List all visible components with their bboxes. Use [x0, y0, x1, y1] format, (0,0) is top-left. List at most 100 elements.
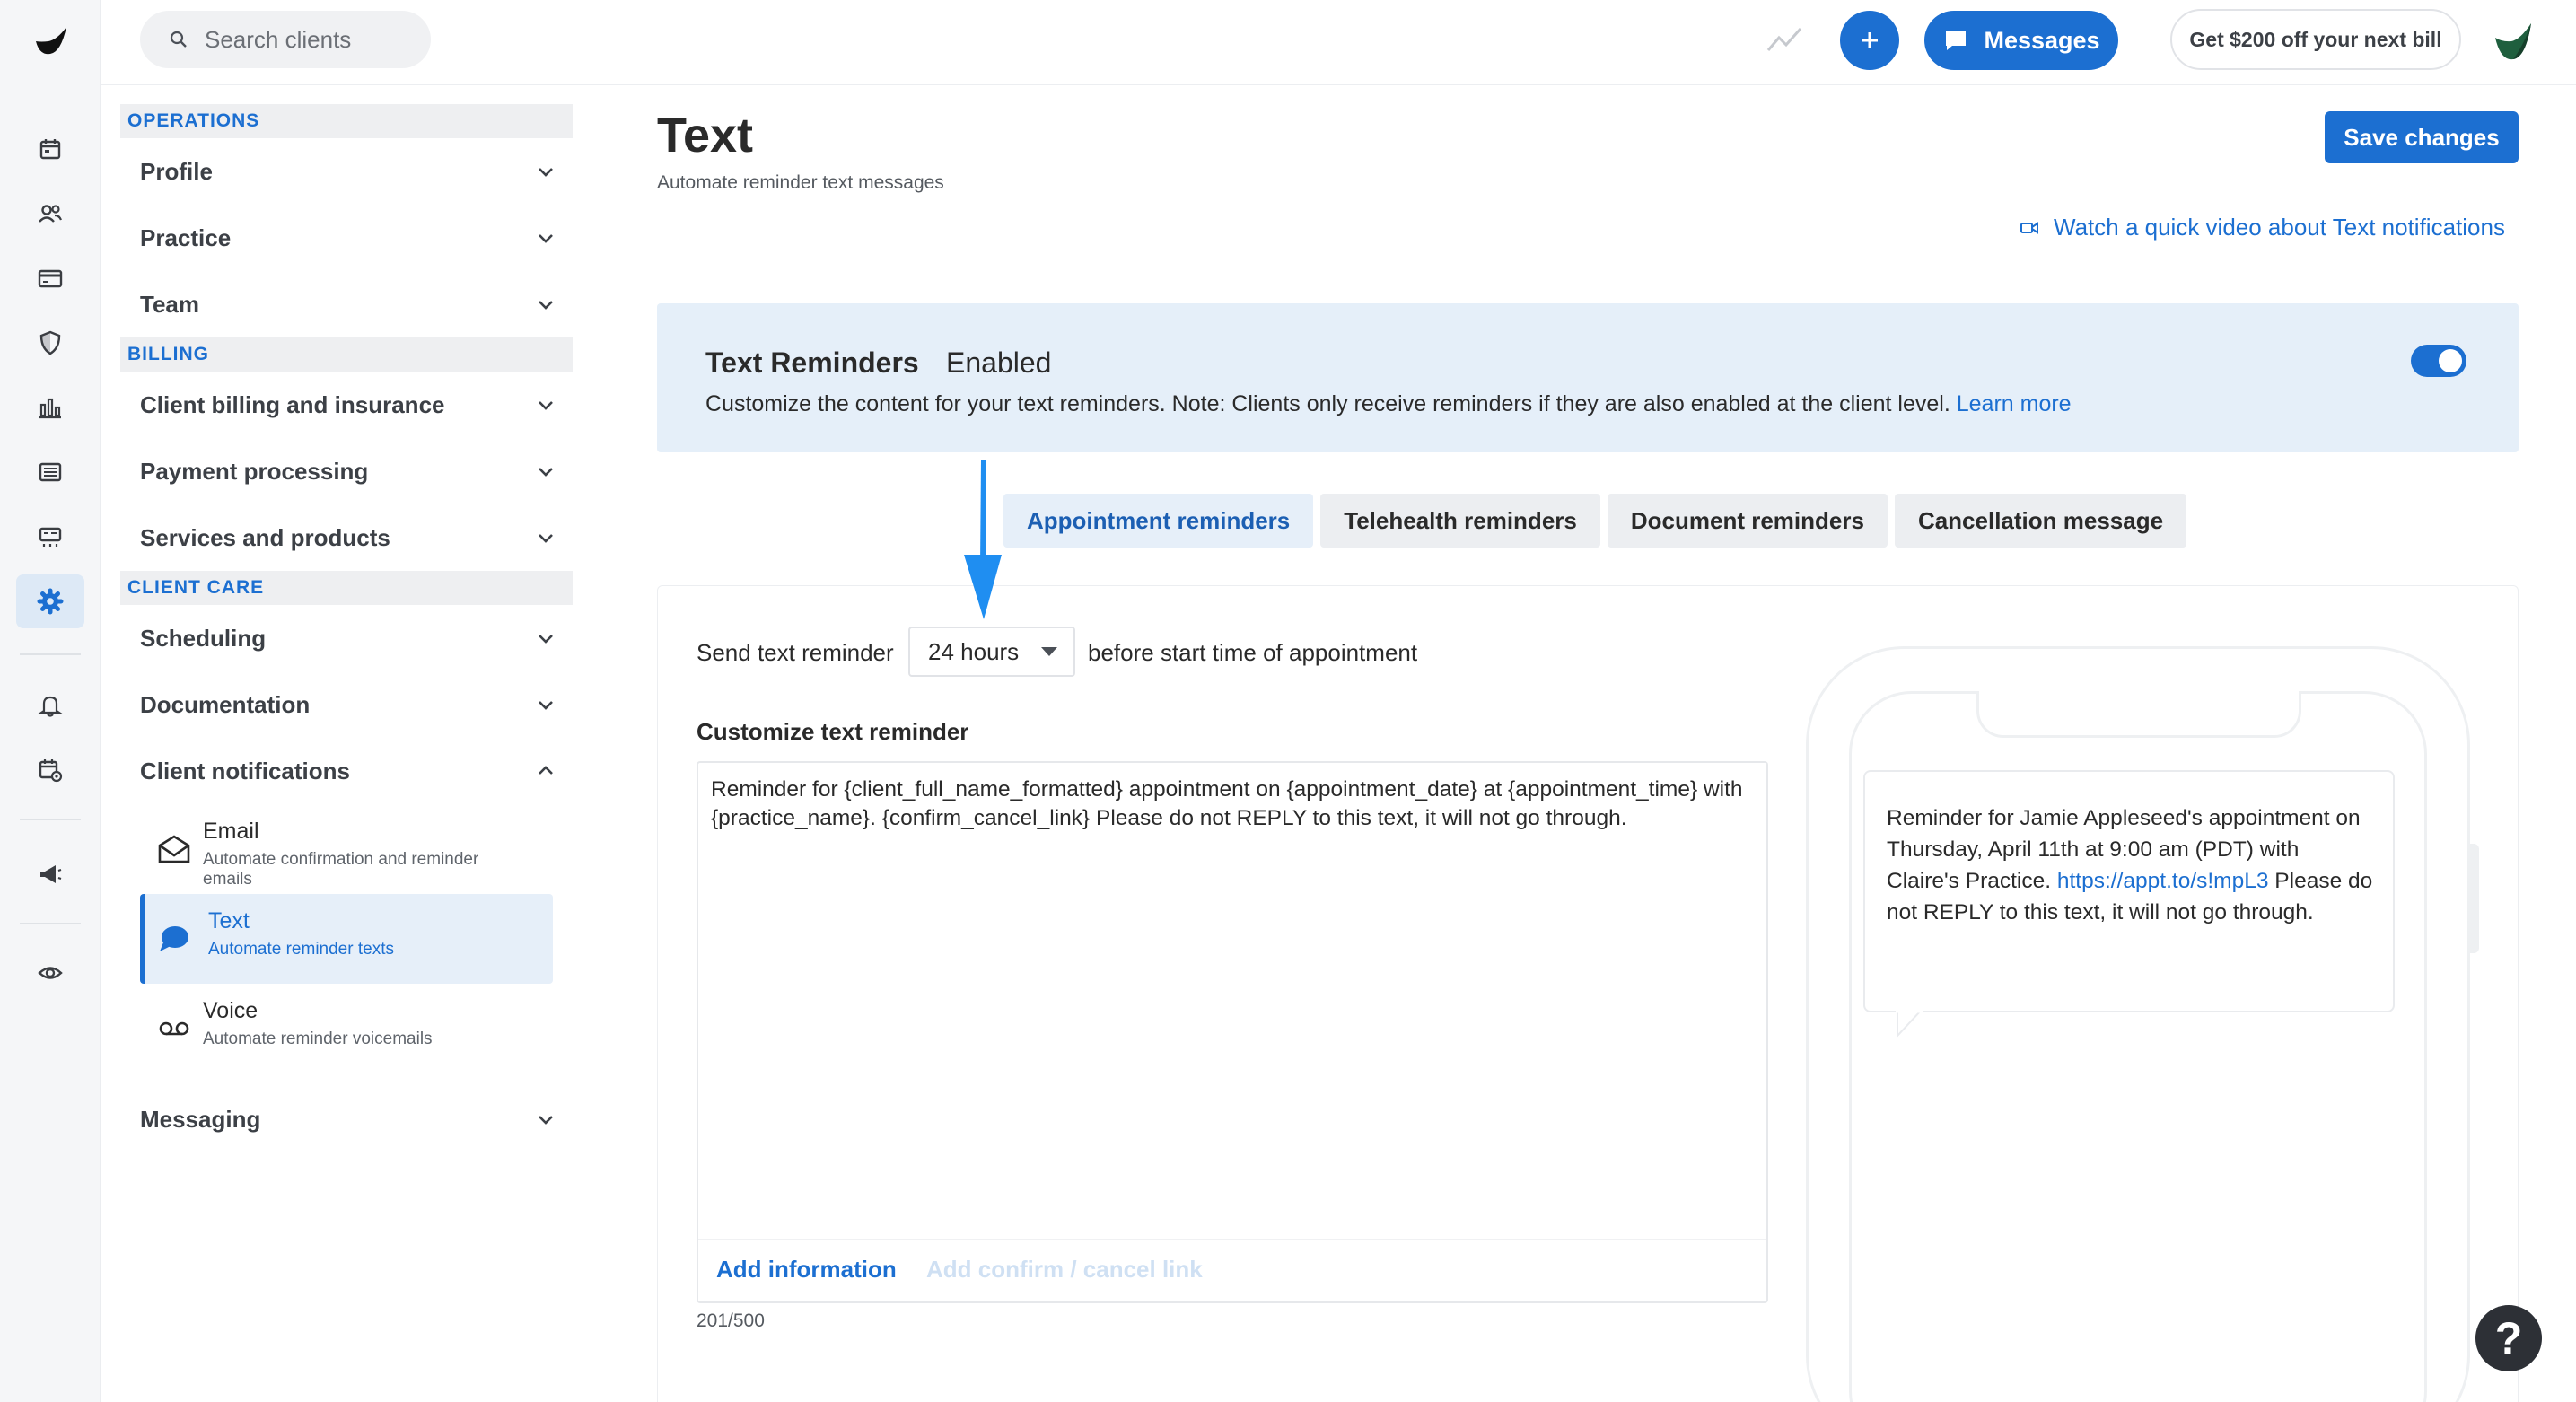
- tab-document-reminders[interactable]: Document reminders: [1607, 494, 1888, 548]
- settings-sidebar: OPERATIONS Profile Practice Team BILLING…: [120, 104, 573, 1152]
- section-billing: BILLING: [120, 337, 573, 372]
- rail-marketplace[interactable]: [16, 510, 84, 564]
- reminder-hours-select[interactable]: 24 hours: [908, 627, 1075, 677]
- messages-button[interactable]: Messages: [1924, 11, 2118, 70]
- clients-icon: [39, 205, 63, 223]
- icon-rail: [0, 0, 101, 1402]
- sidebar-subitem-voice[interactable]: Voice Automate reminder voicemails: [140, 984, 553, 1073]
- watch-video-link[interactable]: Watch a quick video about Text notificat…: [2020, 214, 2505, 241]
- sidebar-item-label: Profile: [140, 157, 213, 185]
- sidebar-item-label: Team: [140, 290, 199, 318]
- page-subtitle: Automate reminder text messages: [657, 172, 944, 193]
- search-icon: [170, 31, 187, 48]
- page-title: Text: [657, 109, 754, 162]
- sidebar-subitem-email[interactable]: Email Automate confirmation and reminder…: [140, 804, 553, 894]
- sidebar-item-label: Scheduling: [140, 624, 267, 652]
- customize-label: Customize text reminder: [697, 718, 969, 745]
- calendar-icon: [39, 139, 61, 160]
- eye-icon: [38, 967, 63, 979]
- preview-link[interactable]: https://appt.to/s!mpL3: [2057, 869, 2269, 893]
- character-counter: 201/500: [697, 1310, 765, 1331]
- rail-settings[interactable]: [16, 574, 84, 628]
- tab-cancellation-message[interactable]: Cancellation message: [1894, 494, 2187, 548]
- rail-notifications[interactable]: [16, 679, 84, 732]
- rail-divider: [20, 923, 81, 924]
- hours-value: 24 hours: [928, 637, 1020, 665]
- sidebar-item-practice[interactable]: Practice: [120, 205, 573, 271]
- chevron-up-icon: [539, 766, 553, 775]
- tab-telehealth-reminders[interactable]: Telehealth reminders: [1320, 494, 1600, 548]
- tab-appointment-reminders[interactable]: Appointment reminders: [1003, 494, 1314, 548]
- rail-billing[interactable]: [16, 251, 84, 305]
- account-avatar-icon[interactable]: [2486, 14, 2538, 66]
- sidebar-item-messaging[interactable]: Messaging: [120, 1086, 573, 1152]
- rail-preview[interactable]: [16, 946, 84, 1000]
- billing-card-icon: [38, 269, 63, 288]
- rail-divider: [20, 819, 81, 820]
- sidebar-item-team[interactable]: Team: [120, 271, 573, 337]
- sidebar-item-services-products[interactable]: Services and products: [120, 504, 573, 571]
- sidebar-item-client-billing[interactable]: Client billing and insurance: [120, 372, 573, 438]
- chat-bubble-icon: [1946, 31, 1967, 50]
- marketplace-store-icon: [39, 527, 62, 547]
- caret-down-icon: [1041, 647, 1057, 656]
- sub-item-desc: Automate confirmation and reminder email…: [203, 850, 479, 889]
- reminder-template-text[interactable]: Reminder for {client_full_name_formatted…: [711, 775, 1757, 833]
- chevron-down-icon: [539, 234, 553, 243]
- video-link-label: Watch a quick video about Text notificat…: [2054, 214, 2505, 241]
- messages-label: Messages: [1984, 26, 2100, 54]
- chevron-down-icon: [539, 635, 553, 644]
- chevron-down-icon: [539, 401, 553, 410]
- sms-preview-bubble: Reminder for Jamie Appleseed's appointme…: [1863, 770, 2395, 1012]
- sidebar-subitem-text[interactable]: Text Automate reminder texts: [140, 894, 553, 984]
- trend-chart-icon[interactable]: [1765, 22, 1804, 57]
- rail-divider: [20, 653, 81, 655]
- sidebar-item-label: Services and products: [140, 523, 390, 551]
- topbar-divider-line: [101, 84, 2576, 85]
- learn-more-link[interactable]: Learn more: [1957, 391, 2072, 416]
- sidebar-item-documentation[interactable]: Documentation: [120, 671, 573, 738]
- notifications-bell-icon: [38, 696, 63, 717]
- video-camera-icon: [2020, 221, 2038, 234]
- app-logo-icon[interactable]: [31, 22, 70, 61]
- sidebar-item-scheduling[interactable]: Scheduling: [120, 605, 573, 671]
- sub-item-desc: Automate reminder texts: [208, 940, 394, 959]
- add-confirm-cancel-link-button[interactable]: Add confirm / cancel link: [926, 1256, 1203, 1284]
- sub-item-title: Email: [203, 819, 259, 844]
- help-button[interactable]: ?: [2475, 1305, 2542, 1371]
- calendar-settings-icon: [39, 759, 63, 783]
- section-client-care: CLIENT CARE: [120, 571, 573, 605]
- chevron-down-icon: [539, 1116, 553, 1125]
- sidebar-item-label: Client billing and insurance: [140, 390, 445, 418]
- rail-documents[interactable]: [16, 445, 84, 499]
- analytics-bars-icon: [39, 398, 61, 419]
- rail-calendar-settings[interactable]: [16, 743, 84, 797]
- banner-title: Text Reminders: [705, 346, 919, 379]
- rail-clients[interactable]: [16, 187, 84, 241]
- insurance-shield-icon: [39, 330, 61, 355]
- banner-desc-text: Customize the content for your text remi…: [705, 391, 1950, 416]
- search-input[interactable]: [205, 25, 402, 54]
- promo-button[interactable]: Get $200 off your next bill: [2170, 9, 2461, 70]
- text-reminders-toggle[interactable]: [2411, 345, 2466, 377]
- search-box[interactable]: [140, 11, 431, 68]
- before-start-label: before start time of appointment: [1088, 639, 1418, 666]
- rail-insurance[interactable]: [16, 316, 84, 370]
- rail-calendar[interactable]: [16, 122, 84, 176]
- sidebar-item-label: Payment processing: [140, 457, 369, 485]
- editor-toolbar: Add information Add confirm / cancel lin…: [698, 1239, 1766, 1301]
- sidebar-item-label: Messaging: [140, 1105, 261, 1133]
- add-information-button[interactable]: Add information: [716, 1256, 897, 1284]
- chevron-down-icon: [539, 301, 553, 310]
- reminder-text-editor[interactable]: Reminder for {client_full_name_formatted…: [697, 761, 1768, 1303]
- sidebar-item-payment-processing[interactable]: Payment processing: [120, 438, 573, 504]
- rail-marketing[interactable]: [16, 847, 84, 901]
- rail-analytics[interactable]: [16, 381, 84, 434]
- create-new-button[interactable]: [1840, 11, 1899, 70]
- sidebar-item-profile[interactable]: Profile: [120, 138, 573, 205]
- sidebar-item-client-notifications[interactable]: Client notifications: [120, 738, 573, 804]
- phone-notch: [1976, 691, 2301, 738]
- settings-gear-icon: [37, 588, 64, 615]
- section-operations: OPERATIONS: [120, 104, 573, 138]
- save-changes-button[interactable]: Save changes: [2325, 111, 2519, 163]
